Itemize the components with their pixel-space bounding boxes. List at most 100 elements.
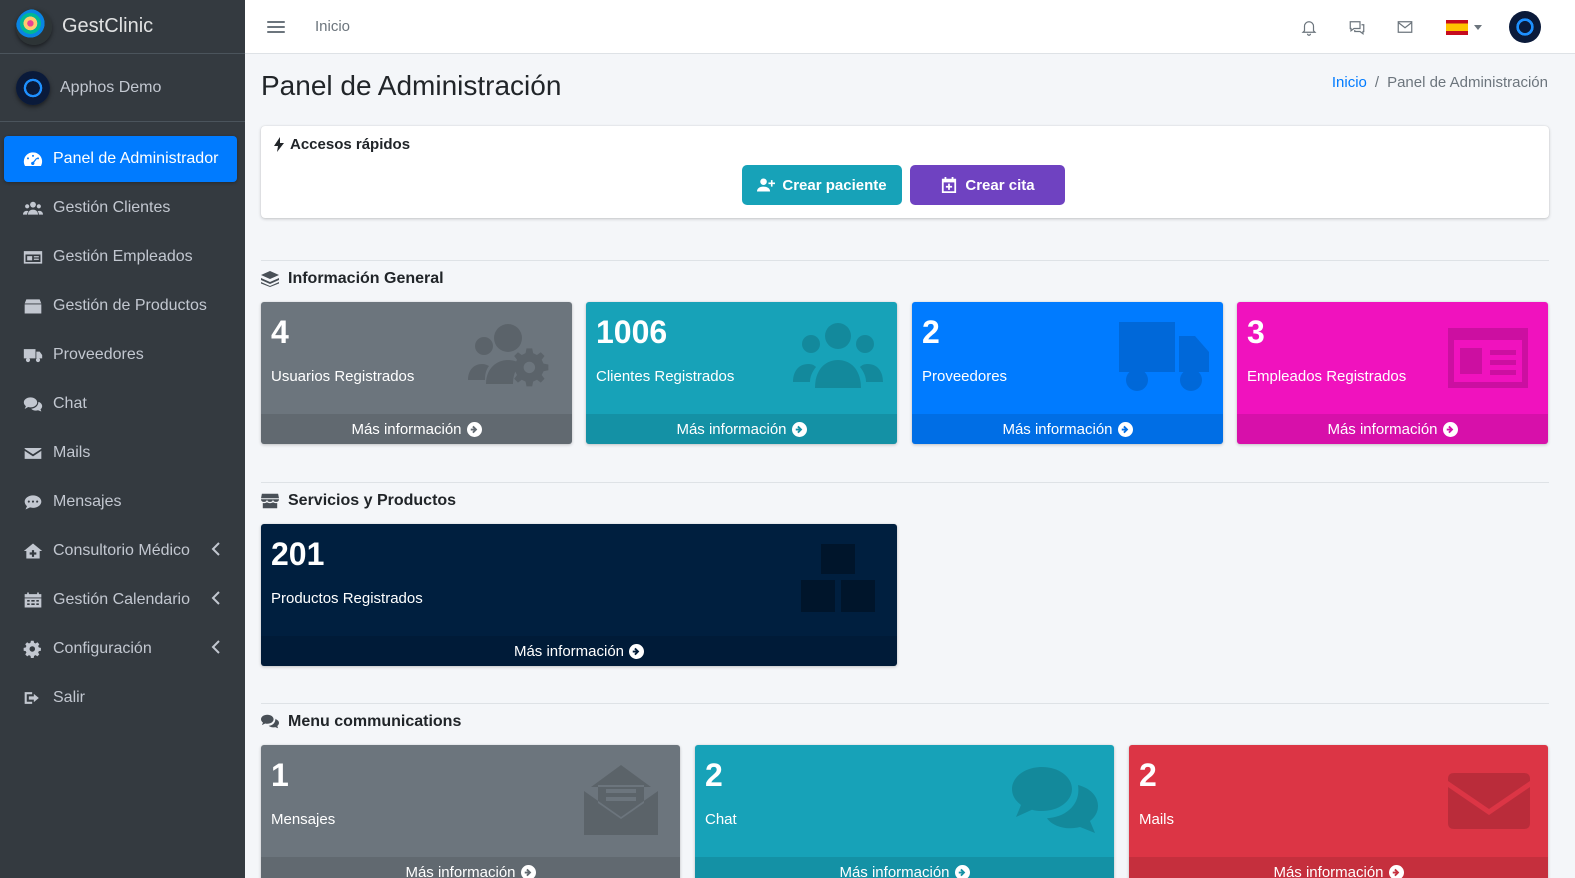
- more-info-link[interactable]: Más información: [912, 414, 1223, 444]
- stat-card-chat: 2 Chat Más información: [695, 745, 1114, 878]
- arrow-circle-right-icon: [791, 421, 807, 437]
- more-info-link[interactable]: Más información: [261, 414, 572, 444]
- section-general-heading: Información General: [261, 260, 1549, 288]
- create-appointment-button[interactable]: Crear cita: [910, 165, 1065, 205]
- sidebar-item-gestion-empleados[interactable]: Gestión Empleados: [4, 234, 237, 280]
- store-icon: [261, 493, 279, 509]
- boxes-icon: [793, 544, 883, 614]
- sidebar-item-label: Gestión de Productos: [53, 297, 207, 314]
- stat-card-messages: 1 Mensajes Más información: [261, 745, 680, 878]
- sidebar-item-salir[interactable]: Salir: [4, 675, 237, 721]
- truck-icon: [22, 345, 44, 365]
- stat-value: 3: [1247, 314, 1265, 350]
- sidebar-item-chat[interactable]: Chat: [4, 381, 237, 427]
- comments-icon: [1010, 765, 1100, 835]
- sidebar-item-label: Gestión Clientes: [53, 199, 171, 216]
- more-info-label: Más información: [1002, 420, 1113, 438]
- top-nav-home-link[interactable]: Inicio: [315, 18, 350, 35]
- sidebar-item-consultorio-medico[interactable]: Consultorio Médico: [4, 528, 237, 574]
- sidebar-item-mails[interactable]: Mails: [4, 430, 237, 476]
- breadcrumb: Inicio / Panel de Administración: [1332, 74, 1548, 91]
- stat-value: 4: [271, 314, 289, 350]
- sidebar-item-label: Gestión Calendario: [53, 591, 190, 608]
- section-general-title: Información General: [288, 270, 444, 287]
- more-info-label: Más información: [1327, 420, 1438, 438]
- more-info-label: Más información: [1273, 863, 1384, 878]
- sidebar-item-label: Panel de Administrador: [53, 150, 219, 167]
- arrow-circle-right-icon: [629, 643, 645, 659]
- stat-value: 2: [1139, 757, 1157, 793]
- bell-icon[interactable]: [1285, 0, 1333, 54]
- comment-icon: [22, 492, 44, 512]
- sidebar-item-gestion-clientes[interactable]: Gestión Clientes: [4, 185, 237, 231]
- section-services-title: Servicios y Productos: [288, 492, 457, 509]
- envelope-open-text-icon: [576, 765, 666, 835]
- calendar-plus-icon: [942, 177, 957, 193]
- create-patient-button[interactable]: Crear paciente: [742, 165, 902, 205]
- breadcrumb-separator: /: [1374, 74, 1380, 91]
- users-icon: [793, 322, 883, 392]
- mail-icon: [22, 443, 44, 463]
- sidebar-item-label: Mails: [53, 444, 91, 461]
- stat-label: Usuarios Registrados: [271, 368, 415, 385]
- sidebar-item-label: Gestión Empleados: [53, 248, 193, 265]
- comments-icon: [261, 714, 279, 729]
- more-info-link[interactable]: Más información: [1237, 414, 1548, 444]
- chat-icon: [22, 394, 44, 414]
- stat-card-employees: 3 Empleados Registrados Más información: [1237, 302, 1548, 444]
- more-info-link[interactable]: Más información: [695, 857, 1114, 878]
- top-navbar: Inicio: [245, 0, 1575, 54]
- sidebar-item-configuracion[interactable]: Configuración: [4, 626, 237, 672]
- language-dropdown[interactable]: [1429, 19, 1499, 35]
- more-info-link[interactable]: Más información: [1129, 857, 1548, 878]
- sidebar-item-panel-administrador[interactable]: Panel de Administrador: [4, 136, 237, 182]
- chevron-left-icon: [211, 640, 221, 654]
- more-info-label: Más información: [513, 642, 625, 660]
- users-icon: [22, 198, 44, 218]
- more-info-link[interactable]: Más información: [261, 857, 680, 878]
- caret-down-icon: [1474, 24, 1482, 30]
- stat-card-clients: 1006 Clientes Registrados Más informació…: [586, 302, 897, 444]
- more-info-label: Más información: [405, 863, 516, 878]
- more-info-link[interactable]: Más información: [261, 636, 897, 666]
- sidebar-item-mensajes[interactable]: Mensajes: [4, 479, 237, 525]
- brand-link[interactable]: GestClinic: [0, 0, 245, 54]
- breadcrumb-current: Panel de Administración: [1387, 74, 1548, 91]
- stat-value: 201: [271, 536, 325, 572]
- page-title: Panel de Administración: [261, 70, 562, 101]
- sidebar-item-proveedores[interactable]: Proveedores: [4, 332, 237, 378]
- stat-card-products: 201 Productos Registrados Más informació…: [261, 524, 897, 666]
- calendar-icon: [22, 590, 44, 610]
- menu-toggle-icon[interactable]: [267, 19, 285, 35]
- section-services-heading: Servicios y Productos: [261, 482, 1549, 510]
- sidebar-item-gestion-productos[interactable]: Gestión de Productos: [4, 283, 237, 329]
- truck-icon: [1119, 322, 1209, 392]
- sidebar-item-gestion-calendario[interactable]: Gestión Calendario: [4, 577, 237, 623]
- chevron-left-icon: [211, 542, 221, 556]
- quick-access-title-text: Accesos rápidos: [290, 136, 411, 153]
- mail-icon[interactable]: [1381, 0, 1429, 54]
- more-info-label: Más información: [351, 420, 462, 438]
- sidebar-nav: Panel de Administrador Gestión Clientes …: [0, 122, 245, 721]
- create-appointment-label: Crear cita: [965, 176, 1035, 194]
- more-info-link[interactable]: Más información: [586, 414, 897, 444]
- section-communications-title: Menu communications: [288, 713, 462, 730]
- more-info-label: Más información: [676, 420, 787, 438]
- sidebar-item-label: Configuración: [53, 640, 152, 657]
- sidebar-item-label: Consultorio Médico: [53, 542, 190, 559]
- bolt-icon: [274, 137, 284, 152]
- spain-flag-icon: [1446, 19, 1468, 35]
- stat-label: Mensajes: [271, 811, 336, 828]
- breadcrumb-home-link[interactable]: Inicio: [1332, 74, 1367, 91]
- stat-label: Clientes Registrados: [596, 368, 735, 385]
- user-menu-avatar[interactable]: [1509, 11, 1541, 43]
- sidebar-item-label: Mensajes: [53, 493, 122, 510]
- user-avatar: [16, 70, 50, 105]
- chat-icon[interactable]: [1333, 0, 1381, 54]
- envelope-icon: [1444, 765, 1534, 835]
- user-panel[interactable]: Apphos Demo: [0, 54, 245, 122]
- stat-label: Proveedores: [922, 368, 1008, 385]
- quick-access-card: Accesos rápidos Crear paciente Crear cit…: [261, 126, 1549, 218]
- quick-access-title: Accesos rápidos: [274, 136, 410, 153]
- stat-value: 1: [271, 757, 289, 793]
